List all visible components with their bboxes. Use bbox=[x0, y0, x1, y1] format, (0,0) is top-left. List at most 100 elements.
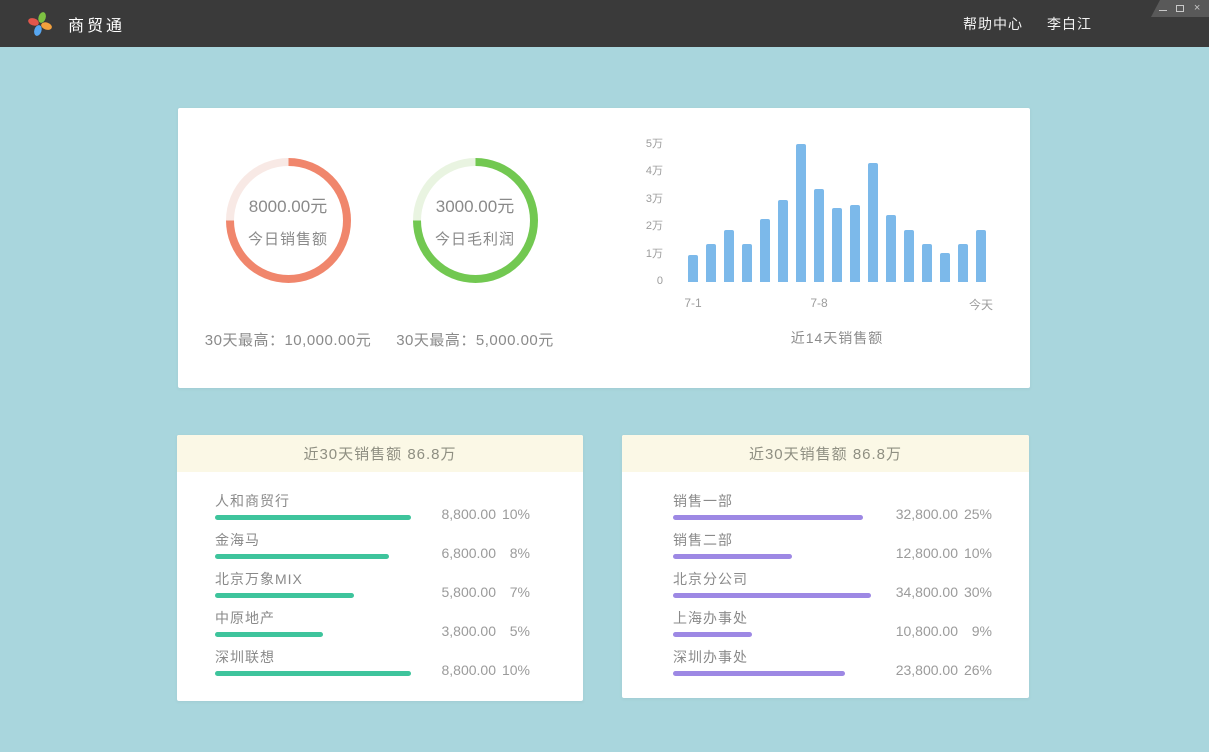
daily-sales-bar bbox=[706, 244, 716, 282]
today-profit-ring-center: 3000.00元 今日毛利润 bbox=[421, 166, 530, 275]
rank-row-value: 32,800.0025% bbox=[886, 506, 992, 522]
daily-sales-bar bbox=[760, 219, 770, 282]
close-icon: × bbox=[1194, 3, 1200, 14]
department-rank-list: 销售一部32,800.0025% 销售二部12,800.0010% 北京分公司34,… bbox=[622, 472, 1029, 676]
titlebar: 商贸通 帮助中心 李白江 × bbox=[0, 0, 1209, 47]
rank-row-amount: 5,800.00 bbox=[424, 584, 496, 600]
rank-row-amount: 3,800.00 bbox=[424, 623, 496, 639]
rank-row-value: 8,800.0010% bbox=[424, 662, 530, 678]
rank-row-bar bbox=[673, 632, 752, 637]
rank-row-value: 23,800.0026% bbox=[886, 662, 992, 678]
x-tick-label: 7-8 bbox=[810, 296, 827, 310]
today-overview-card: 8000.00元 今日销售额 30天最高：10,000.00元 3000.00元… bbox=[178, 108, 1030, 388]
rank-row: 人和商贸行8,800.0010% bbox=[215, 492, 530, 520]
rank-row: 中原地产3,800.005% bbox=[215, 609, 530, 637]
daily-sales-bar bbox=[958, 244, 968, 282]
customer-rank-card: 近30天销售额 86.8万 人和商贸行8,800.0010% 金海马6,800.0… bbox=[177, 435, 583, 701]
daily-sales-bar bbox=[778, 200, 788, 282]
daily-sales-bar bbox=[868, 163, 878, 282]
x-tick-label: 今天 bbox=[969, 296, 993, 313]
y-tick-label: 5万 bbox=[618, 138, 663, 150]
rank-row-bar bbox=[215, 671, 411, 676]
y-tick-label: 0 bbox=[618, 275, 663, 287]
rank-row-amount: 8,800.00 bbox=[424, 662, 496, 678]
rank-row: 销售一部32,800.0025% bbox=[673, 492, 992, 520]
rank-row: 销售二部12,800.0010% bbox=[673, 531, 992, 559]
rank-row-value: 5,800.007% bbox=[424, 584, 530, 600]
daily-sales-bar bbox=[796, 144, 806, 282]
rank-row-bar bbox=[215, 593, 354, 598]
rank-row-bar bbox=[215, 554, 389, 559]
daily-sales-bars bbox=[688, 142, 986, 282]
rank-row-value: 10,800.009% bbox=[886, 623, 992, 639]
app-title: 商贸通 bbox=[68, 12, 125, 36]
rank-row-value: 12,800.0010% bbox=[886, 545, 992, 561]
rank-row-value: 8,800.0010% bbox=[424, 506, 530, 522]
maximize-icon bbox=[1176, 5, 1184, 12]
rank-row-bar bbox=[215, 632, 323, 637]
rank-row-amount: 34,800.00 bbox=[886, 584, 958, 600]
rank-row-percent: 8% bbox=[496, 545, 530, 561]
app-logo-icon bbox=[27, 11, 53, 37]
customer-rank-title: 近30天销售额 86.8万 bbox=[177, 435, 583, 472]
daily-sales-bar bbox=[904, 230, 914, 282]
help-center-link[interactable]: 帮助中心 bbox=[963, 14, 1023, 34]
rank-row: 金海马6,800.008% bbox=[215, 531, 530, 559]
rank-row-percent: 10% bbox=[496, 506, 530, 522]
x-tick-label: 7-1 bbox=[684, 296, 701, 310]
rank-row-bar bbox=[215, 515, 411, 520]
minimize-icon bbox=[1159, 10, 1167, 11]
rank-row-amount: 32,800.00 bbox=[886, 506, 958, 522]
rank-row-percent: 30% bbox=[958, 584, 992, 600]
minimize-button[interactable] bbox=[1158, 3, 1168, 14]
today-profit-ring: 3000.00元 今日毛利润 bbox=[413, 158, 538, 283]
today-sales-ring: 8000.00元 今日销售额 bbox=[226, 158, 351, 283]
rank-row-percent: 26% bbox=[958, 662, 992, 678]
daily-sales-bar bbox=[724, 230, 734, 282]
today-sales-label: 今日销售额 bbox=[248, 228, 328, 249]
rank-row-percent: 10% bbox=[496, 662, 530, 678]
rank-row-amount: 10,800.00 bbox=[886, 623, 958, 639]
rank-row-percent: 25% bbox=[958, 506, 992, 522]
today-sales-value: 8000.00元 bbox=[249, 192, 327, 217]
rank-row: 北京分公司34,800.0030% bbox=[673, 570, 992, 598]
chart-x-axis: 7-17-8今天 bbox=[688, 296, 986, 312]
rank-row-bar bbox=[673, 593, 871, 598]
rank-row-amount: 8,800.00 bbox=[424, 506, 496, 522]
today-profit-gauge: 3000.00元 今日毛利润 30天最高：5,000.00元 bbox=[365, 158, 585, 350]
daily-sales-bar bbox=[886, 215, 896, 282]
rank-row: 北京万象MIX5,800.007% bbox=[215, 570, 530, 598]
titlebar-right: 帮助中心 李白江 bbox=[963, 0, 1092, 47]
rank-row-percent: 7% bbox=[496, 584, 530, 600]
rank-row: 深圳联想8,800.0010% bbox=[215, 648, 530, 676]
daily-sales-bar bbox=[850, 205, 860, 282]
daily-sales-bar bbox=[976, 230, 986, 282]
window-controls: × bbox=[1151, 0, 1209, 17]
department-rank-card: 近30天销售额 86.8万 销售一部32,800.0025% 销售二部12,800… bbox=[622, 435, 1029, 698]
rank-row-bar bbox=[673, 671, 845, 676]
today-profit-value: 3000.00元 bbox=[436, 192, 514, 217]
profit-30day-max: 30天最高：5,000.00元 bbox=[365, 329, 585, 350]
daily-sales-chart-title: 近14天销售额 bbox=[688, 328, 986, 348]
department-rank-title: 近30天销售额 86.8万 bbox=[622, 435, 1029, 472]
y-tick-label: 2万 bbox=[618, 220, 663, 232]
y-tick-label: 4万 bbox=[618, 165, 663, 177]
customer-rank-list: 人和商贸行8,800.0010% 金海马6,800.008% 北京万象MIX5,80… bbox=[177, 472, 583, 676]
maximize-button[interactable] bbox=[1175, 3, 1185, 14]
rank-row-percent: 5% bbox=[496, 623, 530, 639]
rank-row-value: 6,800.008% bbox=[424, 545, 530, 561]
close-button[interactable]: × bbox=[1192, 3, 1202, 14]
rank-row-amount: 12,800.00 bbox=[886, 545, 958, 561]
rank-row: 深圳办事处23,800.0026% bbox=[673, 648, 992, 676]
rank-row-value: 34,800.0030% bbox=[886, 584, 992, 600]
rank-row-percent: 9% bbox=[958, 623, 992, 639]
daily-sales-bar bbox=[922, 244, 932, 282]
y-tick-label: 3万 bbox=[618, 193, 663, 205]
daily-sales-bar bbox=[742, 244, 752, 282]
rank-row: 上海办事处10,800.009% bbox=[673, 609, 992, 637]
user-menu[interactable]: 李白江 bbox=[1047, 14, 1092, 34]
rank-row-value: 3,800.005% bbox=[424, 623, 530, 639]
rank-row-amount: 6,800.00 bbox=[424, 545, 496, 561]
rank-row-amount: 23,800.00 bbox=[886, 662, 958, 678]
rank-row-percent: 10% bbox=[958, 545, 992, 561]
